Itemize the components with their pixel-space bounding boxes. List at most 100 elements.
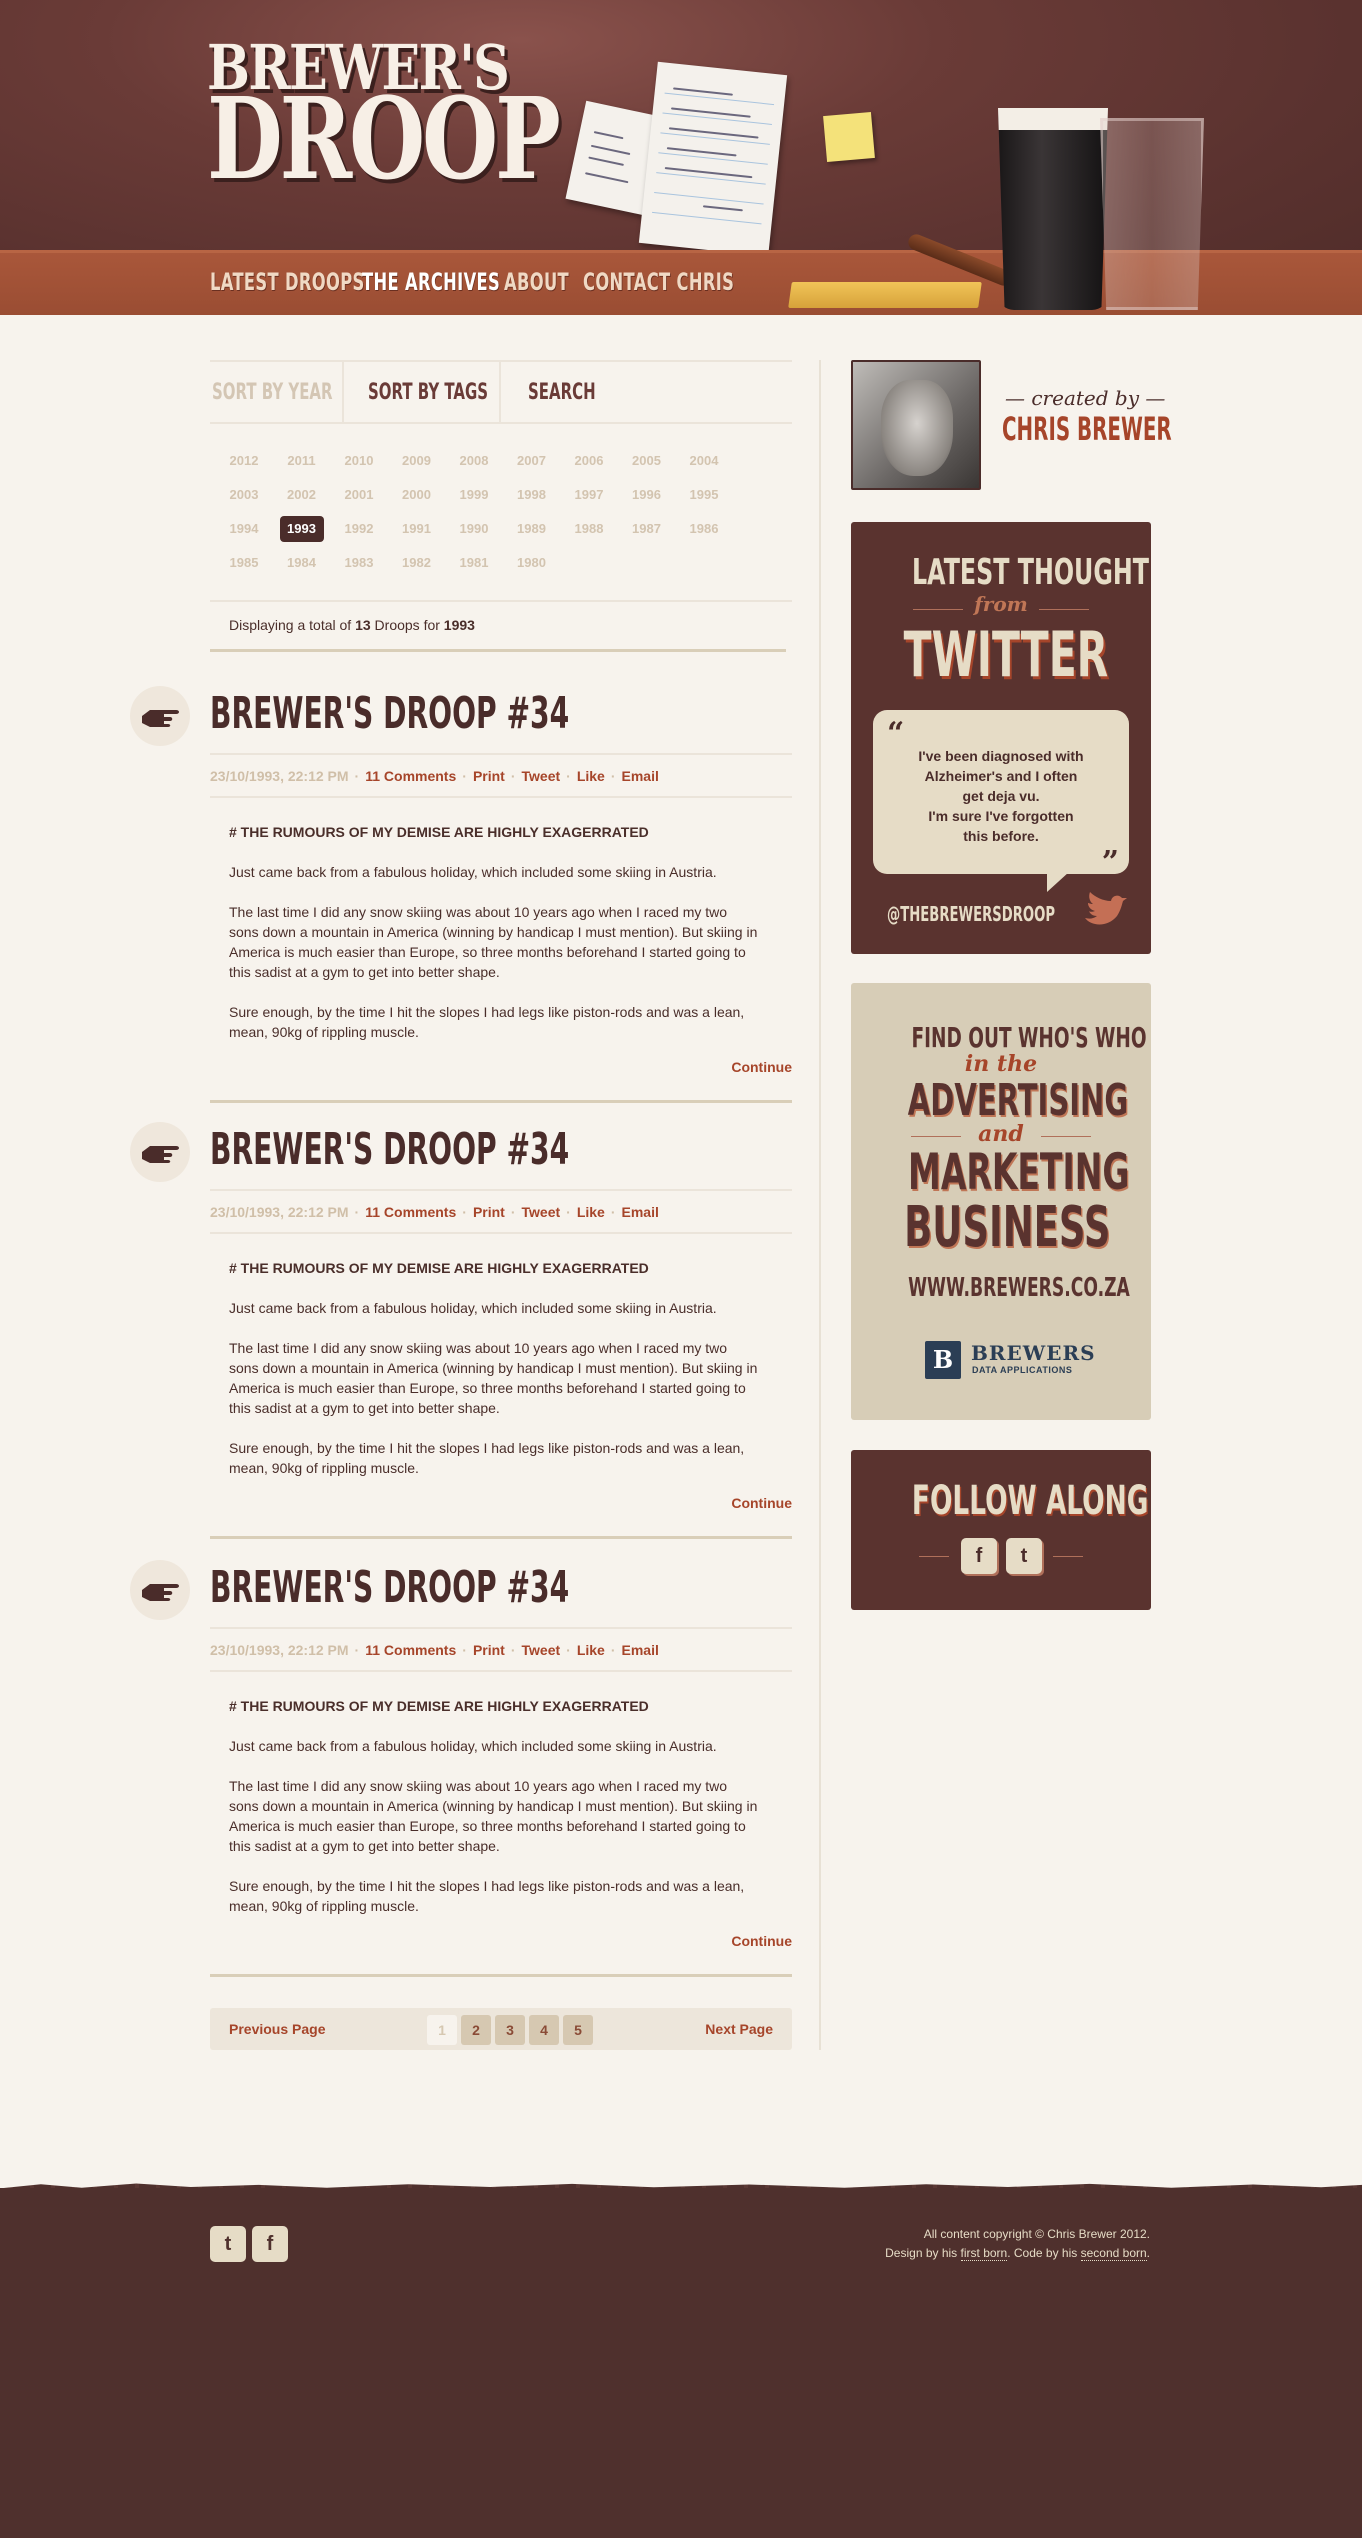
- ad-line-5: MARKETING: [908, 1143, 1130, 1201]
- post-body: # THE RUMOURS OF MY DEMISE ARE HIGHLY EX…: [229, 1696, 759, 1936]
- archive-sort-tabs: SORT BY YEAR SORT BY TAGS SEARCH: [210, 360, 792, 424]
- twitter-widget: LATEST THOUGHT from TWITTER “ I've been …: [851, 522, 1151, 954]
- year-link-1993[interactable]: 1993: [279, 516, 324, 542]
- tab-sort-by-tags[interactable]: SORT BY TAGS: [368, 362, 545, 424]
- twitter-heading-2: from: [974, 592, 1028, 616]
- year-link-2003[interactable]: 2003: [222, 482, 266, 508]
- tweet-link[interactable]: Tweet: [522, 768, 561, 784]
- note-paper-lined: [638, 61, 788, 257]
- print-link[interactable]: Print: [473, 1204, 505, 1220]
- created-by-label: — created by —: [1005, 386, 1166, 410]
- pointing-hand-icon: [130, 686, 190, 746]
- email-link[interactable]: Email: [622, 1642, 659, 1658]
- year-link-1988[interactable]: 1988: [567, 516, 611, 542]
- print-link[interactable]: Print: [473, 768, 505, 784]
- first-born-link[interactable]: first born: [960, 2246, 1008, 2261]
- year-link-1982[interactable]: 1982: [395, 550, 439, 576]
- twitter-heading-1: LATEST THOUGHT: [912, 552, 1149, 593]
- next-page-link[interactable]: Next Page: [705, 2008, 773, 2050]
- year-link-2011[interactable]: 2011: [280, 448, 324, 474]
- logo-line-2: DROOP: [207, 73, 561, 205]
- page-link-3[interactable]: 3: [495, 2015, 525, 2045]
- year-link-1983[interactable]: 1983: [337, 550, 381, 576]
- year-link-2008[interactable]: 2008: [452, 448, 496, 474]
- footer-facebook-icon[interactable]: f: [252, 2226, 288, 2262]
- year-link-1997[interactable]: 1997: [567, 482, 611, 508]
- tab-search[interactable]: SEARCH: [528, 362, 627, 424]
- post-title[interactable]: BREWER'S DROOP #34: [210, 1562, 771, 1613]
- year-link-2005[interactable]: 2005: [625, 448, 669, 474]
- facebook-icon[interactable]: f: [961, 1538, 997, 1574]
- tab-sort-by-year[interactable]: SORT BY YEAR: [212, 362, 389, 424]
- year-link-1994[interactable]: 1994: [222, 516, 266, 542]
- nav-latest-droops[interactable]: LATEST DROOPS: [210, 268, 365, 296]
- like-link[interactable]: Like: [577, 1204, 605, 1220]
- page-link-1[interactable]: 1: [427, 2015, 457, 2045]
- previous-page-link[interactable]: Previous Page: [229, 2008, 326, 2050]
- stout-glass: [998, 108, 1108, 310]
- year-link-1992[interactable]: 1992: [337, 516, 381, 542]
- page-link-2[interactable]: 2: [461, 2015, 491, 2045]
- continue-link[interactable]: Continue: [731, 1933, 792, 1949]
- brewers-ad[interactable]: FIND OUT WHO'S WHO in the ADVERTISING an…: [851, 983, 1151, 1420]
- year-link-1990[interactable]: 1990: [452, 516, 496, 542]
- year-link-1996[interactable]: 1996: [625, 482, 669, 508]
- nav-about[interactable]: ABOUT: [504, 268, 569, 296]
- post-date: 23/10/1993, 22:12 PM: [210, 1204, 349, 1220]
- email-link[interactable]: Email: [622, 768, 659, 784]
- year-link-1999[interactable]: 1999: [452, 482, 496, 508]
- year-link-1984[interactable]: 1984: [280, 550, 324, 576]
- page-link-4[interactable]: 4: [529, 2015, 559, 2045]
- twitter-icon[interactable]: t: [1006, 1538, 1042, 1574]
- tweet-link[interactable]: Tweet: [522, 1642, 561, 1658]
- tweet-bubble: “ I've been diagnosed with Alzheimer's a…: [873, 710, 1129, 892]
- year-link-1987[interactable]: 1987: [625, 516, 669, 542]
- ad-line-3: ADVERTISING: [907, 1075, 1129, 1126]
- page-link-5[interactable]: 5: [563, 2015, 593, 2045]
- footer-twitter-icon[interactable]: t: [210, 2226, 246, 2262]
- print-link[interactable]: Print: [473, 1642, 505, 1658]
- year-link-1991[interactable]: 1991: [395, 516, 439, 542]
- post-paragraph: The last time I did any snow skiing was …: [229, 1340, 758, 1416]
- like-link[interactable]: Like: [577, 768, 605, 784]
- year-link-2007[interactable]: 2007: [510, 448, 554, 474]
- year-link-2006[interactable]: 2006: [567, 448, 611, 474]
- site-logo[interactable]: BREWER'S DROOP: [207, 37, 657, 205]
- comments-link[interactable]: 11 Comments: [365, 1204, 456, 1220]
- ad-url: WWW.BREWERS.CO.ZA: [908, 1273, 1130, 1303]
- nav-contact-chris[interactable]: CONTACT CHRIS: [583, 268, 734, 296]
- year-link-2009[interactable]: 2009: [395, 448, 439, 474]
- post-body: # THE RUMOURS OF MY DEMISE ARE HIGHLY EX…: [229, 1258, 759, 1498]
- post-date: 23/10/1993, 22:12 PM: [210, 768, 349, 784]
- email-link[interactable]: Email: [622, 1204, 659, 1220]
- continue-link[interactable]: Continue: [731, 1059, 792, 1075]
- comments-link[interactable]: 11 Comments: [365, 768, 456, 784]
- year-link-1980[interactable]: 1980: [510, 550, 554, 576]
- second-born-link[interactable]: second born: [1080, 2246, 1147, 2261]
- twitter-heading-3: TWITTER: [903, 618, 1109, 691]
- tweet-link[interactable]: Tweet: [522, 1204, 561, 1220]
- ad-line-2: in the: [964, 1051, 1038, 1077]
- year-link-1981[interactable]: 1981: [452, 550, 496, 576]
- like-link[interactable]: Like: [577, 1642, 605, 1658]
- continue-link[interactable]: Continue: [731, 1495, 792, 1511]
- post-paragraph: The last time I did any snow skiing was …: [229, 1778, 758, 1854]
- site-header: BREWER'S DROOP LATEST DROOPS THE ARCHIVE…: [0, 0, 1362, 315]
- year-link-1995[interactable]: 1995: [682, 482, 726, 508]
- year-link-2012[interactable]: 2012: [222, 448, 266, 474]
- year-link-1989[interactable]: 1989: [510, 516, 554, 542]
- year-link-2010[interactable]: 2010: [337, 448, 381, 474]
- twitter-bird-icon: [1085, 892, 1127, 925]
- year-link-2000[interactable]: 2000: [395, 482, 439, 508]
- year-link-1985[interactable]: 1985: [222, 550, 266, 576]
- year-link-2001[interactable]: 2001: [337, 482, 381, 508]
- comments-link[interactable]: 11 Comments: [365, 1642, 456, 1658]
- post-heading: # THE RUMOURS OF MY DEMISE ARE HIGHLY EX…: [229, 824, 649, 840]
- nav-the-archives[interactable]: THE ARCHIVES: [362, 268, 500, 296]
- year-link-1998[interactable]: 1998: [510, 482, 554, 508]
- year-link-1986[interactable]: 1986: [682, 516, 726, 542]
- year-link-2004[interactable]: 2004: [682, 448, 726, 474]
- post-title[interactable]: BREWER'S DROOP #34: [210, 1124, 771, 1175]
- year-link-2002[interactable]: 2002: [280, 482, 324, 508]
- post-title[interactable]: BREWER'S DROOP #34: [210, 688, 771, 739]
